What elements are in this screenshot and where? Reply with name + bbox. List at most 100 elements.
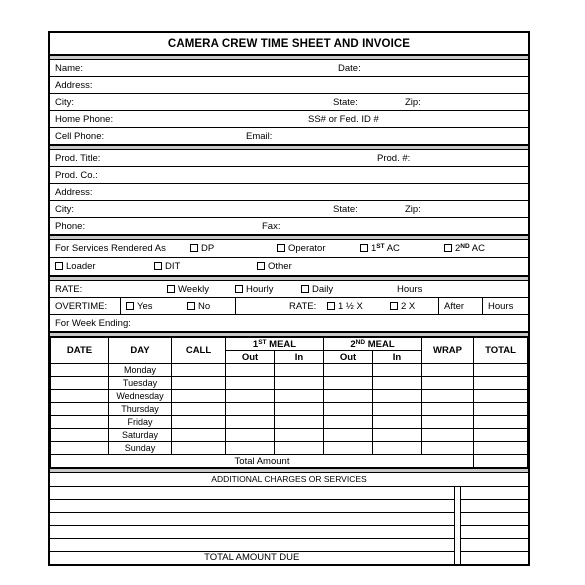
checkbox-ot-2x[interactable]: 2 X [390, 301, 415, 312]
cell-meal1-out[interactable] [225, 402, 275, 416]
row-city-state-zip[interactable]: City: State: Zip: [50, 94, 528, 111]
cell-call[interactable] [171, 376, 226, 390]
weekly-checkbox-box[interactable] [167, 284, 175, 293]
cell-meal1-in[interactable] [274, 389, 324, 403]
cell-meal2-in[interactable] [372, 428, 422, 442]
cell-call[interactable] [171, 389, 226, 403]
ot-2x-checkbox-box[interactable] [390, 301, 398, 310]
cell-meal2-out[interactable] [323, 376, 373, 390]
additional-amount[interactable] [459, 524, 528, 539]
cell-meal1-in[interactable] [274, 428, 324, 442]
table-row[interactable]: Sunday [50, 441, 528, 455]
dit-checkbox-box[interactable] [154, 262, 162, 270]
cell-call[interactable] [171, 428, 226, 442]
ac1-checkbox-box[interactable] [360, 244, 368, 252]
cell-total[interactable] [473, 402, 528, 416]
row-prod-address[interactable]: Address: [50, 184, 528, 201]
cell-total[interactable] [473, 415, 528, 429]
additional-description[interactable] [50, 511, 455, 526]
cell-total[interactable] [473, 441, 528, 455]
cell-meal2-in[interactable] [372, 389, 422, 403]
cell-meal2-out[interactable] [323, 363, 373, 377]
checkbox-weekly[interactable]: Weekly [167, 284, 209, 295]
checkbox-loader[interactable]: Loader [55, 261, 96, 272]
cell-call[interactable] [171, 441, 226, 455]
cell-call[interactable] [171, 415, 226, 429]
checkbox-ot-1-5x[interactable]: 1 ½ X [327, 301, 363, 312]
other-checkbox-box[interactable] [257, 262, 265, 270]
row-prod-title[interactable]: Prod. Title: Prod. #: [50, 150, 528, 167]
hourly-checkbox-box[interactable] [235, 284, 243, 293]
cell-date[interactable] [50, 415, 109, 429]
cell-date[interactable] [50, 402, 109, 416]
list-item[interactable] [50, 537, 528, 552]
cell-total[interactable] [473, 376, 528, 390]
checkbox-other[interactable]: Other [257, 261, 292, 272]
row-prod-phone-fax[interactable]: Phone: Fax: [50, 218, 528, 235]
cell-meal2-in[interactable] [372, 402, 422, 416]
row-name[interactable]: Name: Date: [50, 60, 528, 77]
loader-checkbox-box[interactable] [55, 262, 63, 270]
checkbox-dit[interactable]: DIT [154, 261, 180, 272]
cell-call[interactable] [171, 402, 226, 416]
cell-wrap[interactable] [421, 428, 474, 442]
cell-meal1-in[interactable] [274, 363, 324, 377]
cell-total[interactable] [473, 363, 528, 377]
table-row[interactable]: Monday [50, 363, 528, 377]
row-home-phone[interactable]: Home Phone: SS# or Fed. ID # [50, 111, 528, 128]
row-address[interactable]: Address: [50, 77, 528, 94]
additional-description[interactable] [50, 537, 455, 552]
checkbox-2nd-ac[interactable]: 2ND AC [444, 243, 485, 254]
additional-amount[interactable] [459, 485, 528, 500]
operator-checkbox-box[interactable] [277, 244, 285, 252]
cell-date[interactable] [50, 363, 109, 377]
additional-description[interactable] [50, 498, 455, 513]
cell-date[interactable] [50, 389, 109, 403]
cell-wrap[interactable] [421, 376, 474, 390]
checkbox-hourly[interactable]: Hourly [235, 284, 273, 295]
ot-no-checkbox-box[interactable] [187, 301, 195, 310]
checkbox-operator[interactable]: Operator [277, 243, 326, 254]
daily-checkbox-box[interactable] [301, 284, 309, 293]
table-row[interactable]: Wednesday [50, 389, 528, 403]
checkbox-ot-no[interactable]: No [187, 301, 210, 312]
list-item[interactable] [50, 511, 528, 526]
ac2-checkbox-box[interactable] [444, 244, 452, 252]
cell-meal2-in[interactable] [372, 441, 422, 455]
cell-meal1-out[interactable] [225, 389, 275, 403]
cell-date[interactable] [50, 376, 109, 390]
cell-meal2-out[interactable] [323, 415, 373, 429]
cell-meal2-out[interactable] [323, 428, 373, 442]
checkbox-1st-ac[interactable]: 1ST AC [360, 243, 400, 254]
ot-yes-checkbox-box[interactable] [126, 301, 134, 310]
additional-amount[interactable] [459, 511, 528, 526]
cell-meal1-in[interactable] [274, 402, 324, 416]
cell-wrap[interactable] [421, 363, 474, 377]
table-row[interactable]: Saturday [50, 428, 528, 442]
checkbox-dp[interactable]: DP [190, 243, 214, 254]
dp-checkbox-box[interactable] [190, 244, 198, 252]
cell-meal2-in[interactable] [372, 376, 422, 390]
cell-meal1-in[interactable] [274, 376, 324, 390]
cell-meal2-in[interactable] [372, 415, 422, 429]
cell-meal1-out[interactable] [225, 363, 275, 377]
table-row[interactable]: Thursday [50, 402, 528, 416]
total-amount-value[interactable] [473, 454, 528, 468]
list-item[interactable] [50, 498, 528, 513]
cell-call[interactable] [171, 363, 226, 377]
row-week-ending[interactable]: For Week Ending: [50, 315, 528, 332]
cell-date[interactable] [50, 441, 109, 455]
cell-wrap[interactable] [421, 389, 474, 403]
row-prod-city-state-zip[interactable]: City: State: Zip: [50, 201, 528, 218]
cell-meal1-out[interactable] [225, 441, 275, 455]
list-item[interactable] [50, 524, 528, 539]
cell-meal2-out[interactable] [323, 389, 373, 403]
total-amount-due-value[interactable] [459, 550, 528, 564]
cell-wrap[interactable] [421, 441, 474, 455]
cell-meal2-out[interactable] [323, 441, 373, 455]
row-prod-co[interactable]: Prod. Co.: [50, 167, 528, 184]
additional-amount[interactable] [459, 498, 528, 513]
list-item[interactable] [50, 485, 528, 500]
additional-amount[interactable] [459, 537, 528, 552]
cell-meal1-out[interactable] [225, 415, 275, 429]
